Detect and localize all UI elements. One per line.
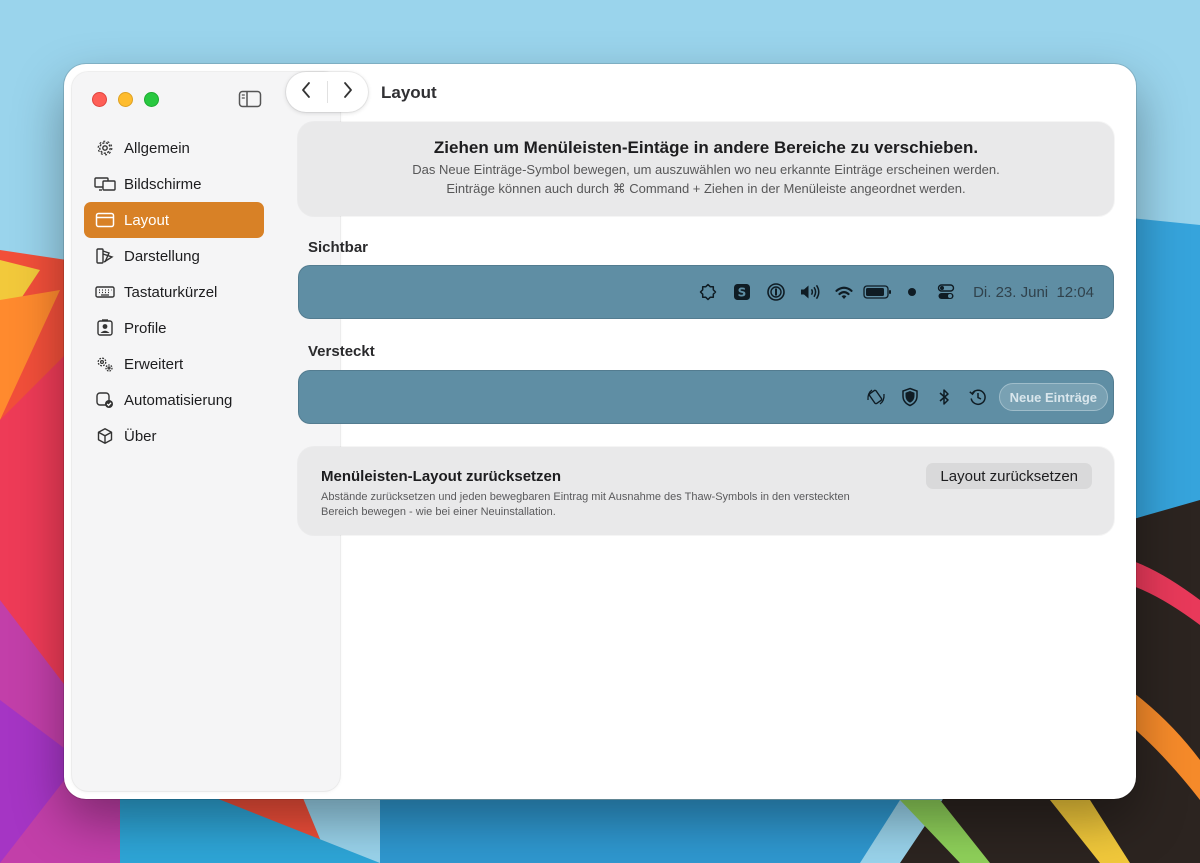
sidebar-item-label: Automatisierung — [124, 391, 233, 409]
sidebar-item-layout[interactable]: Layout — [84, 202, 264, 238]
sidebar-item-label: Allgemein — [124, 139, 190, 157]
cube-icon — [94, 427, 116, 445]
svg-text:S: S — [738, 286, 747, 300]
displays-icon — [94, 175, 116, 193]
visible-menu-bar[interactable]: S Di. 23. Juni 12:04 — [298, 265, 1114, 319]
profile-icon — [94, 319, 116, 337]
info-text-line-2: Einträge können auch durch ⌘ Command + Z… — [446, 181, 966, 196]
keyboard-icon — [94, 283, 116, 301]
page-title: Layout — [381, 83, 437, 102]
sidebar-item-allgemein[interactable]: Allgemein — [84, 130, 264, 166]
sidebar-item-label: Layout — [124, 211, 170, 229]
sun-icon[interactable] — [691, 280, 725, 304]
gears-icon — [94, 355, 116, 373]
sidebar-item-label: Darstellung — [124, 247, 200, 265]
settings-window: Allgemein Bildschirme Layout Darstellung — [64, 64, 1136, 799]
rotation-icon[interactable] — [859, 385, 893, 409]
control-center-icon[interactable] — [929, 280, 963, 304]
window-layout-icon — [94, 211, 116, 229]
minimize-window-button[interactable] — [118, 92, 133, 107]
reset-description: Abstände zurücksetzen und jeden bewegbar… — [321, 491, 850, 518]
chevron-left-icon — [300, 81, 312, 104]
sidebar-item-tastaturkuerzel[interactable]: Tastaturkürzel — [84, 274, 264, 310]
reset-layout-button[interactable]: Layout zurücksetzen — [926, 463, 1092, 489]
menu-bar-clock[interactable]: Di. 23. Juni 12:04 — [973, 284, 1094, 301]
hidden-section-label: Versteckt — [308, 343, 375, 360]
skype-icon[interactable]: S — [725, 280, 759, 304]
zoom-window-button[interactable] — [144, 92, 159, 107]
chevron-right-icon — [342, 81, 354, 104]
gear-icon — [94, 139, 116, 157]
onepassword-icon[interactable] — [759, 280, 793, 304]
appearance-icon — [94, 247, 116, 265]
info-text-line-1: Das Neue Einträge-Symbol bewegen, um aus… — [412, 162, 1000, 177]
sidebar-item-label: Profile — [124, 319, 167, 337]
sidebar-item-label: Bildschirme — [124, 175, 202, 193]
sidebar-item-erweitert[interactable]: Erweitert — [84, 346, 264, 382]
reset-layout-panel: Menüleisten-Layout zurücksetzen Abstände… — [298, 447, 1114, 535]
bluetooth-icon[interactable] — [927, 385, 961, 409]
sidebar-toggle-icon[interactable] — [238, 89, 262, 109]
time-machine-icon[interactable] — [961, 385, 995, 409]
new-items-pill[interactable]: Neue Einträge — [998, 383, 1108, 411]
sidebar-item-ueber[interactable]: Über — [84, 418, 264, 454]
volume-icon[interactable] — [793, 280, 827, 304]
reset-title: Menüleisten-Layout zurücksetzen — [321, 468, 562, 485]
sidebar-nav: Allgemein Bildschirme Layout Darstellung — [84, 130, 264, 454]
battery-icon[interactable] — [861, 280, 895, 304]
sidebar-item-label: Über — [124, 427, 157, 445]
sidebar-item-darstellung[interactable]: Darstellung — [84, 238, 264, 274]
hidden-menu-bar[interactable]: Neue Einträge — [298, 370, 1114, 424]
close-window-button[interactable] — [92, 92, 107, 107]
sidebar-item-bildschirme[interactable]: Bildschirme — [84, 166, 264, 202]
sidebar-item-label: Erweitert — [124, 355, 184, 373]
sidebar-item-label: Tastaturkürzel — [124, 283, 218, 301]
shield-icon[interactable] — [893, 385, 927, 409]
dot-icon[interactable] — [895, 280, 929, 304]
back-button[interactable] — [286, 72, 327, 112]
wifi-icon[interactable] — [827, 280, 861, 304]
visible-section-label: Sichtbar — [308, 239, 369, 256]
navigation-buttons — [286, 72, 368, 112]
sidebar-item-profile[interactable]: Profile — [84, 310, 264, 346]
forward-button[interactable] — [327, 72, 368, 112]
info-title: Ziehen um Menüleisten-Eintäge in andere … — [433, 138, 979, 157]
info-panel: Ziehen um Menüleisten-Eintäge in andere … — [298, 122, 1114, 216]
sidebar-item-automatisierung[interactable]: Automatisierung — [84, 382, 264, 418]
automation-icon — [94, 391, 116, 409]
